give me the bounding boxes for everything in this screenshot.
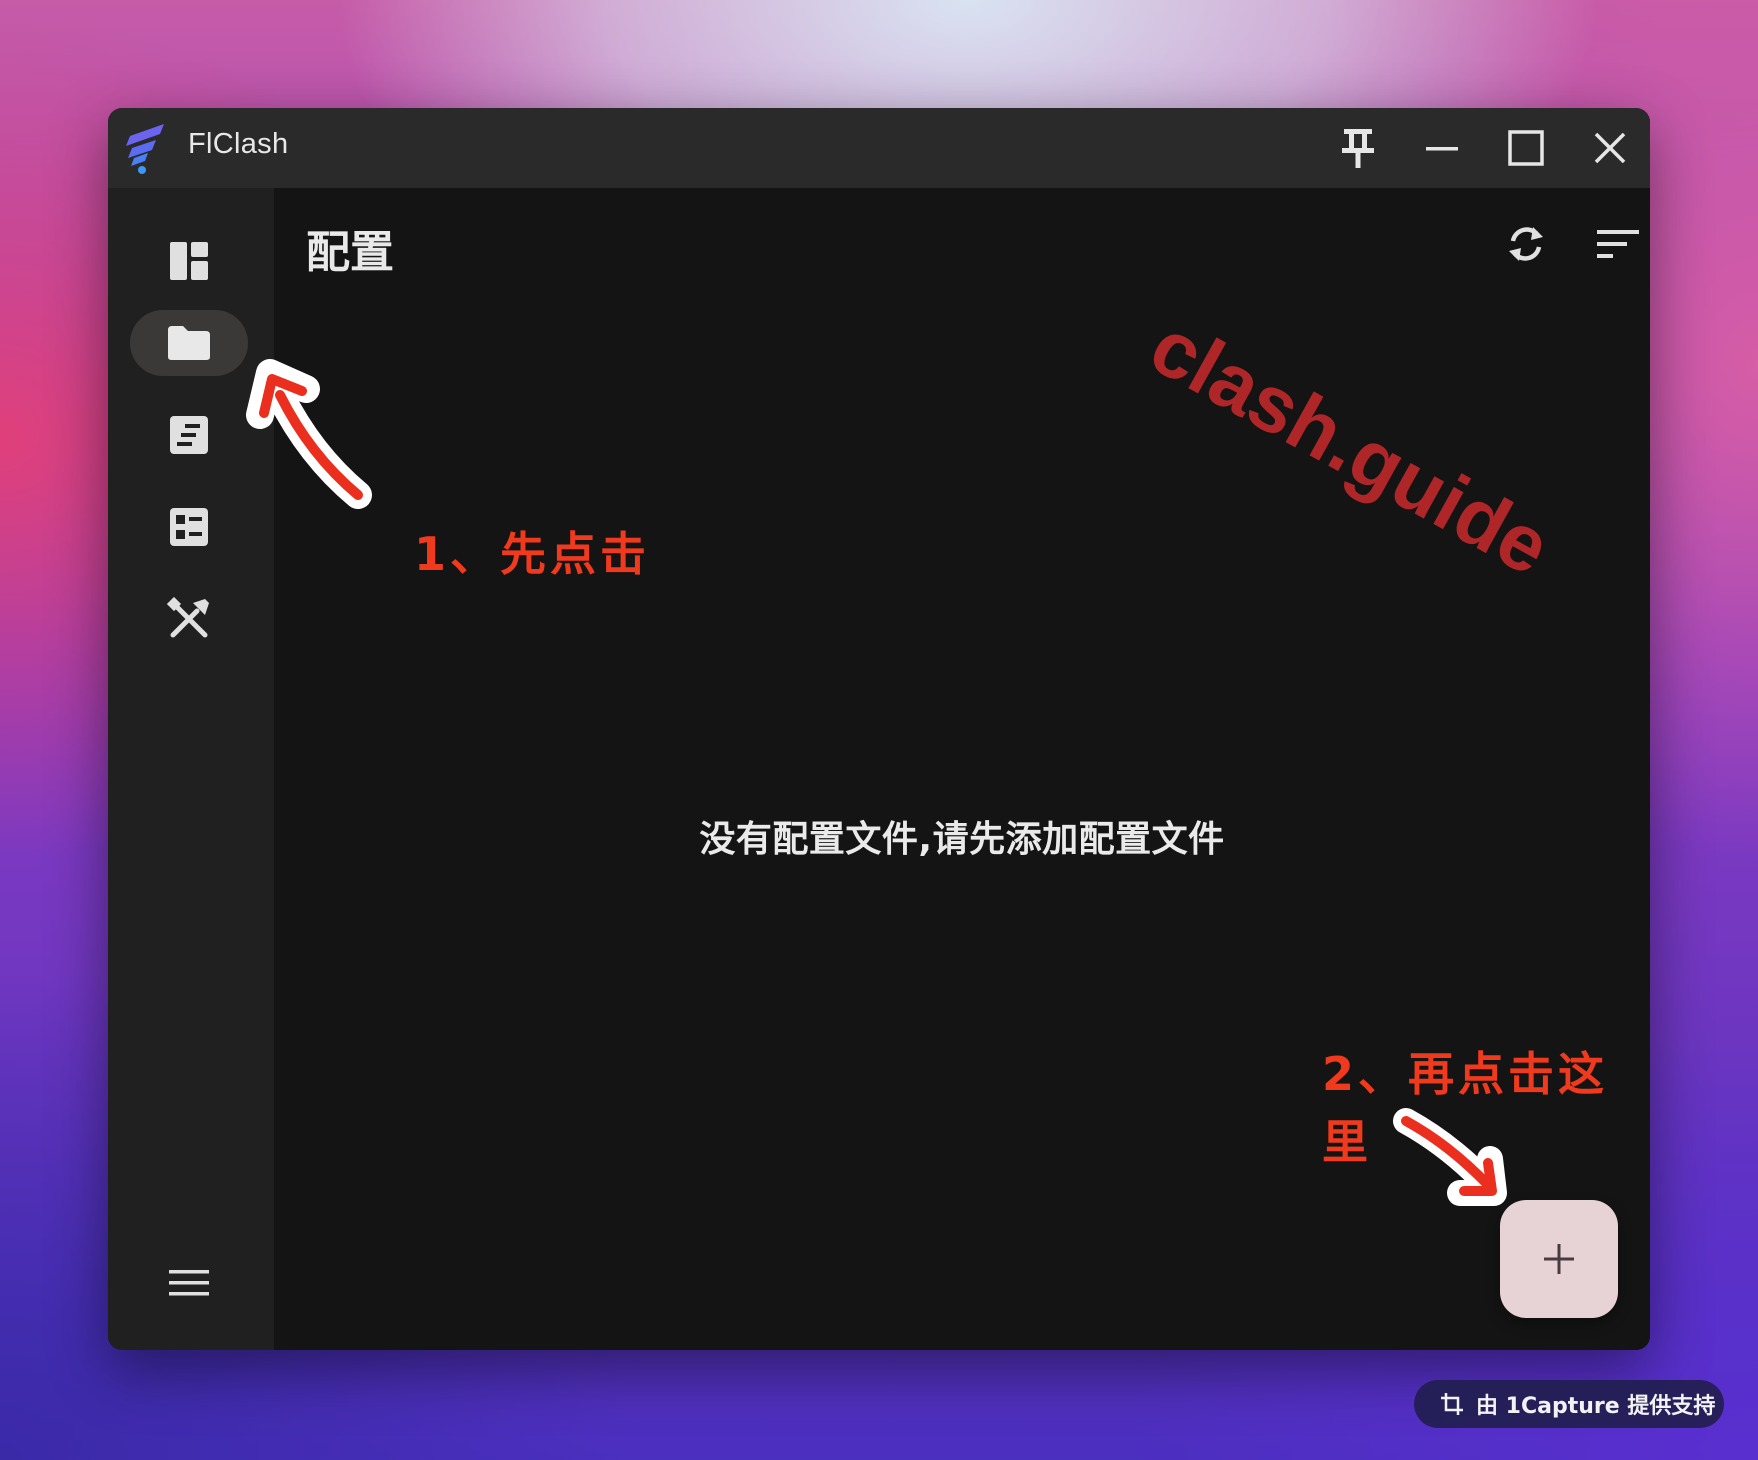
sync-button[interactable] <box>1498 216 1554 272</box>
annotation-step-1: 1、先点击 <box>414 527 651 581</box>
sort-icon <box>1597 230 1639 258</box>
nav-profiles[interactable] <box>130 310 248 376</box>
pin-button[interactable] <box>1336 126 1380 170</box>
minimize-icon <box>1426 147 1458 151</box>
folder-icon <box>168 326 210 360</box>
nav-resources[interactable] <box>130 494 248 560</box>
nav-menu[interactable] <box>130 1250 248 1316</box>
title-bar: FlClash <box>108 108 1650 188</box>
annotation-step-2-line1: 2、再点击这 <box>1322 1047 1609 1101</box>
sort-button[interactable] <box>1590 216 1646 272</box>
dashboard-icon <box>170 242 208 280</box>
nav-logs[interactable] <box>130 402 248 468</box>
resources-icon <box>170 508 208 546</box>
add-profile-button[interactable] <box>1500 1200 1618 1318</box>
flclash-logo-icon <box>126 122 170 174</box>
menu-icon <box>169 1270 209 1296</box>
maximize-icon <box>1508 130 1544 166</box>
close-button[interactable] <box>1588 126 1632 170</box>
annotation-arrow-2-icon <box>1393 1108 1507 1206</box>
nav-tools[interactable] <box>130 586 248 652</box>
app-title: FlClash <box>188 128 289 160</box>
close-icon <box>1594 132 1626 164</box>
capture-badge-text: 由 1Capture 提供支持 <box>1476 1394 1716 1419</box>
page-title: 配置 <box>306 227 394 278</box>
crop-icon <box>1441 1393 1463 1415</box>
nav-dashboard[interactable] <box>130 228 248 294</box>
annotation-arrow-1-icon <box>246 359 372 509</box>
minimize-button[interactable] <box>1420 126 1464 170</box>
plus-icon <box>1544 1244 1574 1274</box>
maximize-button[interactable] <box>1504 126 1548 170</box>
sync-icon <box>1509 227 1543 261</box>
annotation-step-2-line2: 里 <box>1322 1115 1372 1169</box>
log-icon <box>170 416 208 454</box>
capture-badge: 由 1Capture 提供支持 <box>1414 1380 1724 1428</box>
empty-state-message: 没有配置文件,请先添加配置文件 <box>699 819 1225 860</box>
tools-icon <box>167 597 209 638</box>
pin-icon <box>1342 129 1374 168</box>
